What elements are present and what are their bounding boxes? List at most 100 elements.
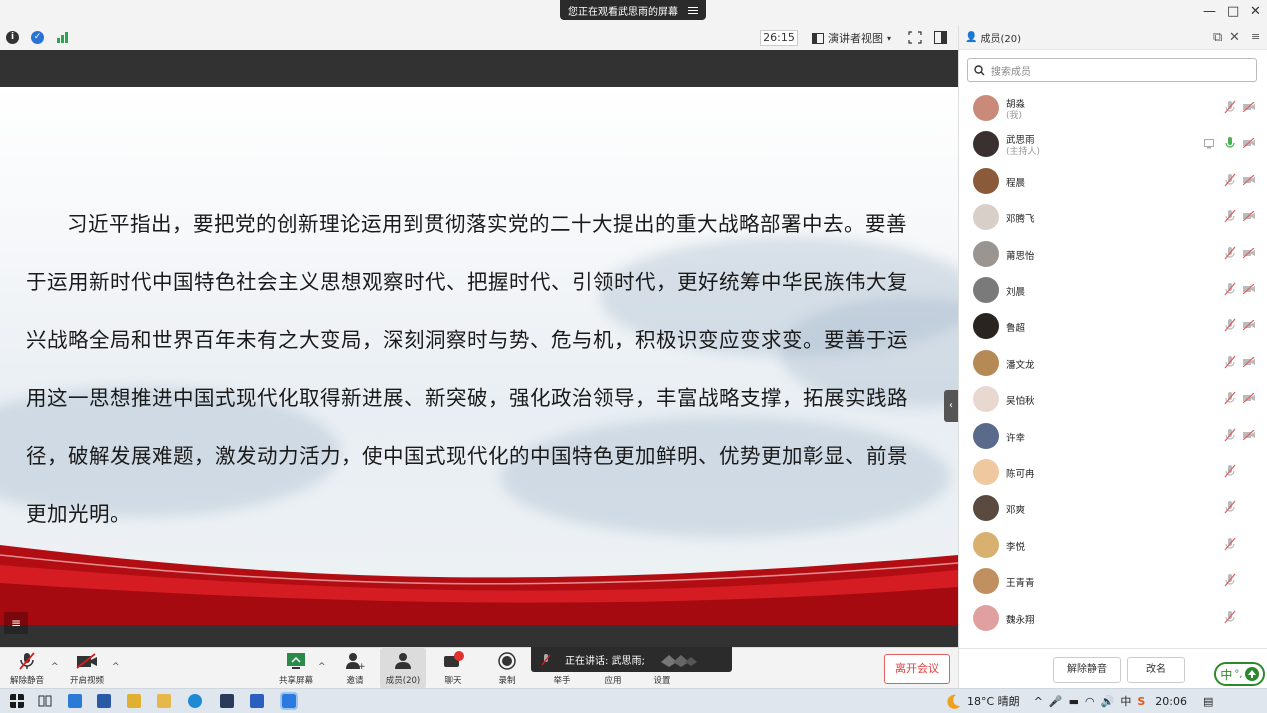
meeting-app-icon[interactable] (280, 692, 298, 710)
wifi-icon[interactable]: ◠ (1085, 695, 1095, 708)
notification-icon[interactable]: ▤ (1203, 695, 1213, 708)
view-mode-label: 演讲者视图 (828, 32, 883, 45)
member-row[interactable]: 程晨 (959, 163, 1267, 199)
member-row[interactable]: 刘晨 (959, 272, 1267, 308)
members-button[interactable]: 成员(20) (380, 648, 426, 689)
collapse-panel-handle[interactable]: ‹ (944, 390, 958, 422)
chevron-up-icon[interactable]: ^ (318, 662, 326, 672)
view-mode-select[interactable]: 演讲者视图 ▾ (812, 30, 891, 46)
member-row[interactable]: 邓爽 (959, 490, 1267, 526)
member-row[interactable]: 鲁超 (959, 308, 1267, 344)
member-row[interactable]: 潘文龙 (959, 345, 1267, 381)
chevron-up-icon[interactable]: ^ (51, 662, 59, 672)
ime-skin-icon (1244, 667, 1259, 681)
info-icon[interactable]: i (6, 31, 19, 44)
mic-muted-icon[interactable] (1224, 464, 1236, 478)
start-video-button[interactable]: 开启视频 (64, 648, 110, 689)
chat-label: 聊天 (444, 676, 462, 686)
member-row[interactable]: 胡淼 (我) (959, 90, 1267, 126)
edge-icon[interactable] (188, 694, 202, 708)
mic-muted-icon[interactable] (1224, 537, 1236, 551)
member-search-input[interactable]: 搜索成员 (967, 58, 1257, 82)
chevron-up-icon[interactable]: ^ (112, 662, 120, 672)
avatar (973, 131, 999, 158)
camera-off-icon[interactable] (1243, 247, 1255, 258)
member-row[interactable]: 陈可冉 (959, 454, 1267, 490)
unmute-button[interactable]: 解除静音 (4, 648, 50, 689)
app-icon[interactable] (127, 694, 141, 708)
battery-icon[interactable]: ▬ (1069, 695, 1079, 708)
mic-on-icon[interactable] (1224, 136, 1236, 150)
mic-muted-icon[interactable] (1224, 209, 1236, 223)
volume-icon[interactable]: 🔊 (1101, 695, 1115, 708)
member-row[interactable]: 武思雨 (主持人) (959, 126, 1267, 162)
side-panel-icon[interactable] (934, 31, 947, 47)
mail-icon[interactable] (68, 694, 82, 708)
more-icon[interactable]: ≡ (1251, 30, 1260, 43)
mic-muted-icon[interactable] (1224, 610, 1236, 624)
camera-off-icon[interactable] (1243, 211, 1255, 222)
mic-muted-icon[interactable] (1224, 173, 1236, 187)
mic-muted-icon[interactable] (1224, 355, 1236, 369)
folder-icon[interactable] (157, 694, 171, 708)
camera-off-icon[interactable] (1243, 429, 1255, 440)
mic-tray-icon[interactable]: 🎤 (1049, 695, 1063, 708)
member-name: 王青青 (1006, 578, 1035, 590)
calendar-icon[interactable] (97, 694, 111, 708)
chevron-up-icon[interactable]: ^ (1034, 695, 1043, 708)
weather-label[interactable]: 18°C 晴朗 (967, 693, 1020, 709)
minimize-button[interactable]: — (1203, 4, 1216, 19)
photoshop-icon[interactable] (220, 694, 234, 708)
member-name: 许幸 (1006, 432, 1026, 444)
ime-tray-icon[interactable]: 中 (1120, 693, 1131, 709)
member-row[interactable]: 吴怕秋 (959, 381, 1267, 417)
slide-list-icon[interactable]: ≡ (4, 612, 28, 634)
word-icon[interactable] (250, 694, 264, 708)
leave-meeting-button[interactable]: 离开会议 (884, 654, 950, 684)
task-view-icon[interactable] (38, 694, 52, 708)
share-screen-button[interactable]: 共享屏幕 (276, 648, 316, 689)
fullscreen-icon[interactable] (908, 31, 922, 47)
close-button[interactable]: ✕ (1250, 4, 1261, 19)
mic-icon (541, 653, 551, 665)
member-row[interactable]: 邓腾飞 (959, 199, 1267, 235)
rename-button[interactable]: 改名 (1127, 657, 1185, 683)
mic-muted-icon[interactable] (1224, 500, 1236, 514)
unmute-all-button[interactable]: 解除静音 (1053, 657, 1121, 683)
windows-start-icon[interactable] (10, 694, 24, 708)
mic-muted-icon[interactable] (1224, 318, 1236, 332)
chat-button[interactable]: 聊天 (434, 648, 472, 689)
sogou-icon[interactable]: S (1137, 695, 1145, 708)
member-row[interactable]: 李悦 (959, 527, 1267, 563)
start-video-label: 开启视频 (69, 676, 104, 686)
close-icon[interactable]: ✕ (1229, 30, 1240, 45)
invite-button[interactable]: + 邀请 (336, 648, 374, 689)
mic-muted-icon[interactable] (1224, 428, 1236, 442)
restore-button[interactable]: □ (1227, 4, 1239, 19)
mic-muted-icon[interactable] (1224, 391, 1236, 405)
member-row[interactable]: 莆思怡 (959, 236, 1267, 272)
record-button[interactable]: 录制 (488, 648, 526, 689)
speaking-indicator: 正在讲话: 武思雨; (531, 647, 732, 672)
mic-muted-icon[interactable] (1224, 100, 1236, 114)
camera-off-icon[interactable] (1243, 102, 1255, 112)
member-row[interactable]: 王青青 (959, 563, 1267, 599)
shield-icon[interactable]: ✓ (31, 31, 44, 44)
camera-off-icon[interactable] (1243, 393, 1255, 404)
mic-muted-icon[interactable] (1224, 246, 1236, 260)
screen-share-banner[interactable]: 您正在观看武思雨的屏幕 (560, 0, 706, 20)
clock[interactable]: 20:06 (1155, 695, 1187, 708)
camera-off-icon[interactable] (1243, 356, 1255, 367)
mic-muted-icon[interactable] (1224, 573, 1236, 587)
popout-icon[interactable]: ⧉ (1213, 30, 1222, 45)
camera-off-icon[interactable] (1243, 174, 1255, 185)
signal-icon[interactable] (56, 31, 70, 43)
member-row[interactable]: 魏永翔 (959, 600, 1267, 636)
camera-off-icon[interactable] (1243, 284, 1255, 294)
member-row[interactable]: 许幸 (959, 418, 1267, 454)
mic-muted-icon[interactable] (1224, 282, 1236, 296)
ime-indicator[interactable]: 中 °, (1214, 662, 1265, 686)
camera-off-icon[interactable] (1243, 138, 1255, 149)
camera-off-icon[interactable] (1243, 320, 1255, 331)
menu-icon[interactable] (688, 6, 698, 14)
